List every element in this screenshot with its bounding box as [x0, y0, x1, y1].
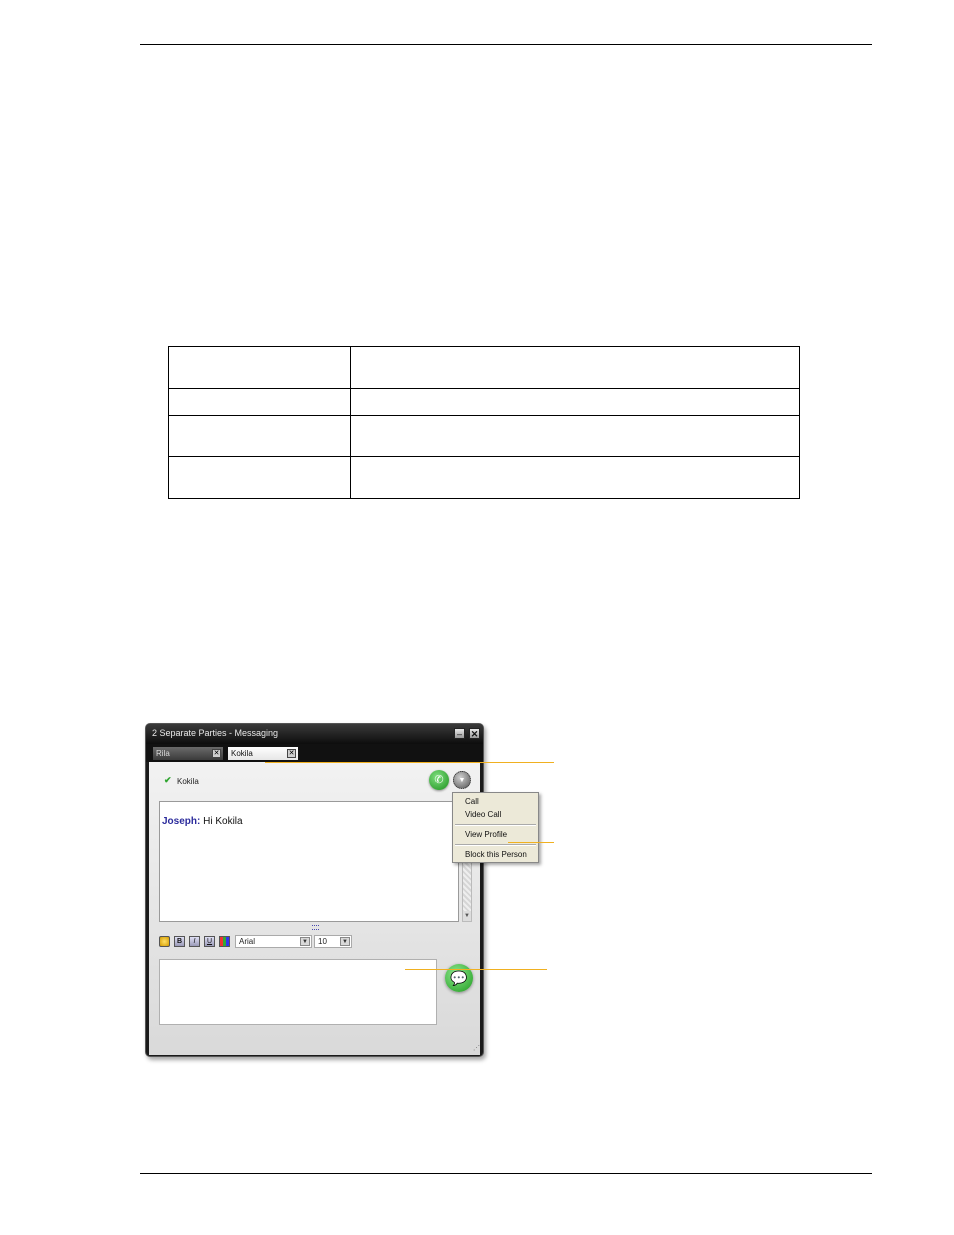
table-cell: [168, 415, 351, 457]
chevron-down-icon[interactable]: ▼: [340, 937, 350, 946]
table-cell: [350, 456, 800, 499]
scroll-down-icon[interactable]: ▼: [463, 911, 471, 921]
menu-item-call[interactable]: Call: [465, 797, 479, 806]
table-cell: [168, 346, 351, 389]
message-text: Hi Kokila: [200, 816, 243, 827]
table-cell: [168, 388, 351, 416]
more-options-icon[interactable]: ▼: [453, 771, 471, 789]
emoticon-icon[interactable]: [159, 936, 170, 947]
contact-name: Kokila: [177, 777, 199, 786]
table-cell: [168, 456, 351, 499]
menu-divider: [455, 844, 536, 846]
minimize-button[interactable]: –: [454, 728, 465, 739]
window-title: 2 Separate Parties - Messaging: [152, 728, 279, 738]
title-bar[interactable]: 2 Separate Parties - Messaging – ✕: [146, 724, 483, 744]
available-status-icon: ✔: [164, 775, 172, 785]
table-row: [168, 346, 800, 389]
footer-rule: [140, 1173, 872, 1174]
font-size-select[interactable]: 10 ▼: [314, 935, 352, 948]
header-rule: [140, 44, 872, 45]
table-row: [168, 456, 800, 499]
call-icon[interactable]: ✆: [429, 770, 449, 790]
menu-item-view-profile[interactable]: View Profile: [465, 830, 507, 839]
callout-line-compose: [405, 969, 547, 970]
message-sender: Joseph:: [162, 816, 201, 827]
callout-line-menu: [508, 842, 554, 843]
close-tab-icon[interactable]: ✕: [212, 749, 221, 758]
font-size-value: 10: [318, 937, 327, 946]
chat-message: Joseph: Hi Kokila: [162, 816, 243, 827]
table-row: [168, 388, 800, 416]
table-cell: [350, 415, 800, 457]
tab-kokila[interactable]: Kokila ✕: [228, 747, 298, 760]
close-tab-icon[interactable]: ✕: [287, 749, 296, 758]
text-color-icon[interactable]: [219, 936, 230, 947]
chevron-down-icon[interactable]: ▼: [300, 937, 310, 946]
resize-grip-icon[interactable]: ⋰: [473, 1045, 481, 1053]
conversation-tabs: Rila ✕ Kokila ✕: [146, 744, 483, 762]
italic-button[interactable]: I: [189, 936, 200, 947]
messaging-window: 2 Separate Parties - Messaging – ✕ Rila …: [145, 723, 484, 1057]
menu-item-video-call[interactable]: Video Call: [465, 810, 501, 819]
table-cell: [350, 346, 800, 389]
tab-label: Kokila: [231, 749, 253, 758]
font-select[interactable]: Arial ▼: [235, 935, 312, 948]
contact-context-menu: Call Video Call View Profile Block this …: [452, 792, 539, 863]
message-input[interactable]: [159, 959, 437, 1025]
conversation-pane: ✔ Kokila ✆ ▼ Joseph: Hi Kokila ▼ B I U A…: [149, 762, 480, 1055]
close-window-button[interactable]: ✕: [469, 728, 480, 739]
empty-table: [168, 346, 800, 499]
tab-rila[interactable]: Rila ✕: [153, 747, 223, 760]
callout-line-tabs: [265, 762, 554, 763]
message-history: Joseph: Hi Kokila: [159, 801, 459, 922]
tab-label: Rila: [156, 749, 170, 758]
font-value: Arial: [239, 937, 256, 946]
table-cell: [350, 388, 800, 416]
underline-button[interactable]: U: [204, 936, 215, 947]
menu-item-block-person[interactable]: Block this Person: [465, 850, 527, 859]
bold-button[interactable]: B: [174, 936, 185, 947]
table-row: [168, 415, 800, 457]
menu-divider: [455, 824, 536, 826]
pane-splitter-handle[interactable]: [312, 925, 319, 930]
